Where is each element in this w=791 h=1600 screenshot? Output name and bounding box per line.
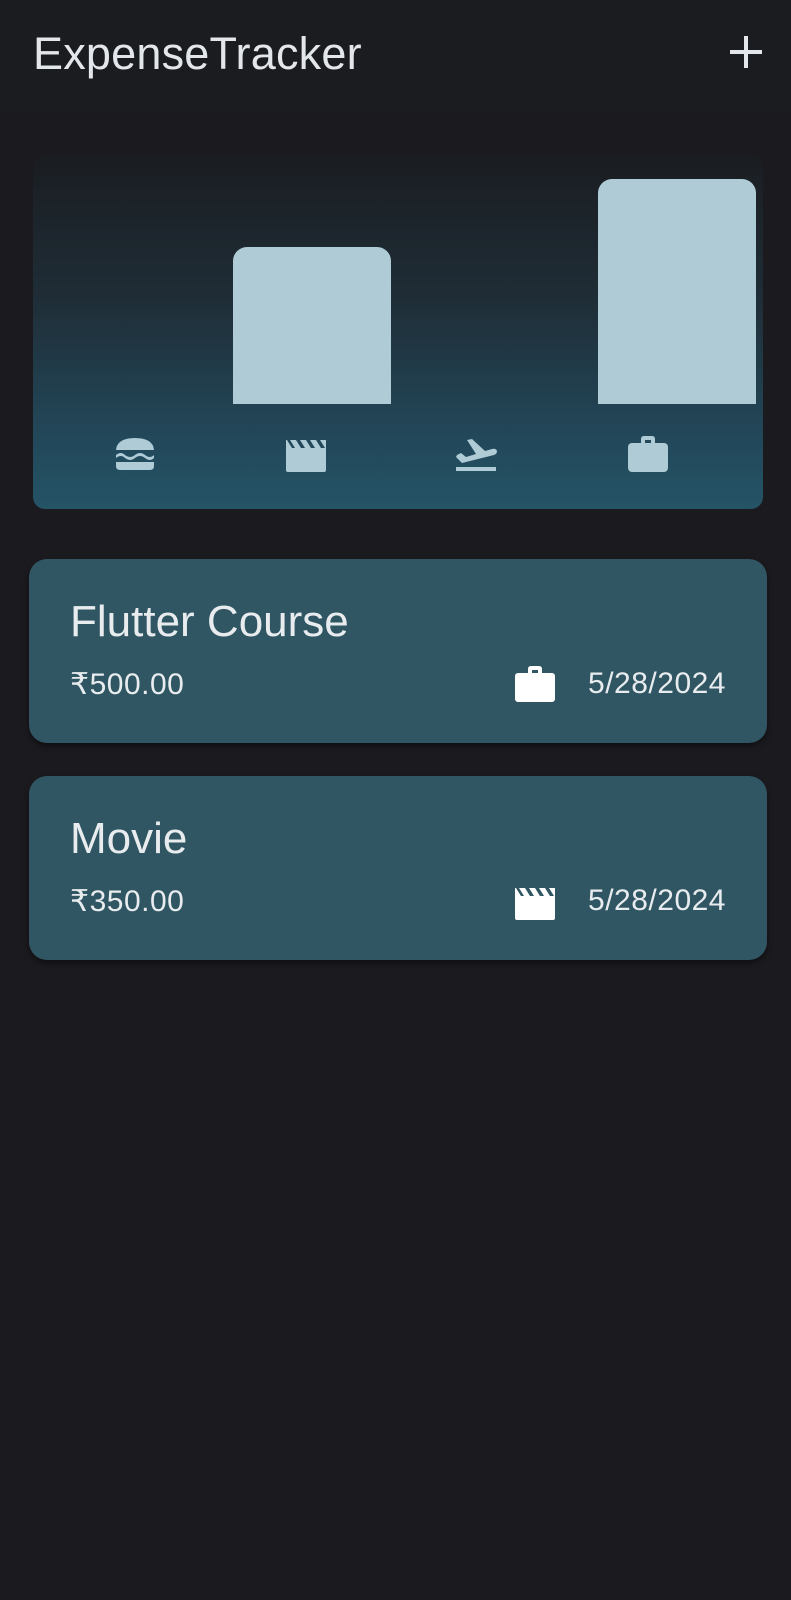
briefcase-icon: [513, 663, 557, 707]
expense-date: 5/28/2024: [588, 667, 726, 700]
expense-title: Movie: [70, 814, 188, 863]
expense-amount: ₹350.00: [70, 885, 185, 918]
chart-bars-area: [33, 156, 763, 404]
expense-item[interactable]: Movie ₹350.00 5/28/2024: [29, 776, 767, 960]
add-expense-button[interactable]: [726, 32, 766, 72]
movie-clapper-icon: [284, 434, 328, 474]
plus-icon: [730, 36, 762, 68]
expense-item[interactable]: Flutter Course ₹500.00 5/28/2024: [29, 559, 767, 743]
burger-icon: [113, 434, 157, 474]
bar-work: [597, 179, 756, 404]
movie-clapper-icon: [513, 880, 557, 924]
expense-chart: [33, 156, 763, 509]
expense-amount: ₹500.00: [70, 668, 185, 701]
app-bar: ExpenseTracker: [0, 0, 791, 112]
expense-date: 5/28/2024: [588, 884, 726, 917]
bar-leisure: [232, 246, 391, 404]
expense-title: Flutter Course: [70, 597, 349, 646]
briefcase-icon: [626, 434, 670, 474]
expense-tracker-app: ExpenseTracker Flutter Course ₹500.00 5/…: [0, 0, 791, 1600]
flight-takeoff-icon: [454, 434, 498, 474]
app-title: ExpenseTracker: [33, 28, 362, 79]
